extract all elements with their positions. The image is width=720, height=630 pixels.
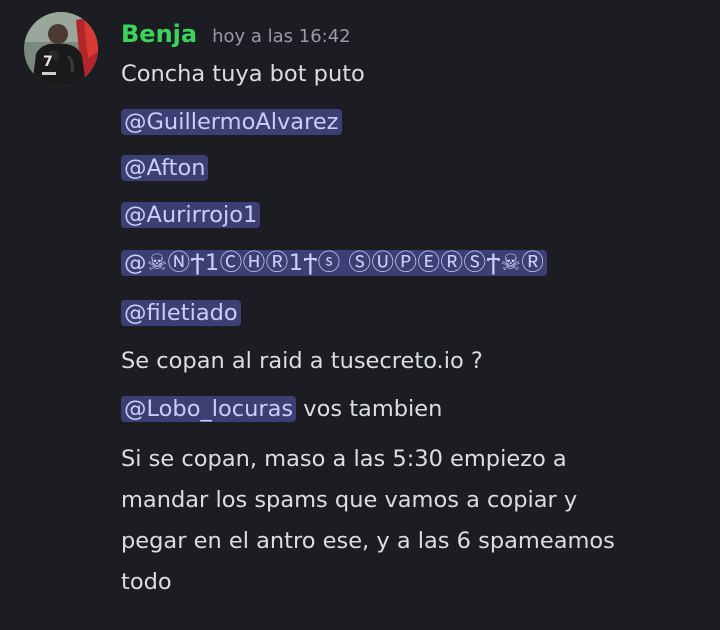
message-line: pegar en el antro ese, y a las 6 spameam…	[121, 525, 615, 557]
message-line: todo	[121, 566, 172, 598]
user-mention[interactable]: @filetiado	[121, 300, 241, 326]
user-mention[interactable]: @Afton	[121, 155, 209, 181]
message-line: @☠ⓃϮ1ⒸⒽⓇ1Ϯⓢ ⓈⓊⓅⒺⓇⓈϮ☠Ⓡ	[121, 247, 548, 279]
user-mention[interactable]: @Lobo_locuras	[121, 396, 297, 422]
user-mention[interactable]: @GuillermoAlvarez	[121, 109, 342, 135]
message-text: mandar los spams que vamos a copiar y	[121, 487, 578, 513]
chat-message: 7 Benja hoy a las 16:42 Concha tuya bot …	[0, 0, 720, 630]
message-text: Concha tuya bot puto	[121, 61, 365, 87]
message-line: Si se copan, maso a las 5:30 empiezo a	[121, 443, 567, 475]
message-text: vos tambien	[296, 396, 443, 422]
message-text: pegar en el antro ese, y a las 6 spameam…	[121, 528, 615, 554]
message-text: Se copan al raid a tusecreto.io ?	[121, 348, 483, 374]
message-line: @Lobo_locuras vos tambien	[121, 393, 442, 425]
username[interactable]: Benja	[121, 16, 197, 52]
message-line: Concha tuya bot puto	[121, 58, 365, 90]
message-line: mandar los spams que vamos a copiar y	[121, 484, 577, 516]
avatar-soccer-player-icon: 7	[24, 12, 98, 86]
message-line: Se copan al raid a tusecreto.io ?	[121, 345, 483, 377]
message-text: Si se copan, maso a las 5:30 empiezo a	[121, 446, 567, 472]
message-header: Benja hoy a las 16:42	[121, 16, 351, 52]
timestamp: hoy a las 16:42	[212, 26, 351, 47]
user-avatar[interactable]: 7	[24, 12, 98, 86]
message-line: @GuillermoAlvarez	[121, 106, 342, 138]
user-mention[interactable]: @☠ⓃϮ1ⒸⒽⓇ1Ϯⓢ ⓈⓊⓅⒺⓇⓈϮ☠Ⓡ	[121, 250, 548, 276]
message-line: @Aurirrojo1	[121, 199, 261, 231]
message-line: @Afton	[121, 152, 209, 184]
message-line: @filetiado	[121, 297, 241, 329]
svg-text:7: 7	[43, 54, 53, 70]
message-text: todo	[121, 569, 172, 595]
user-mention[interactable]: @Aurirrojo1	[121, 202, 261, 228]
